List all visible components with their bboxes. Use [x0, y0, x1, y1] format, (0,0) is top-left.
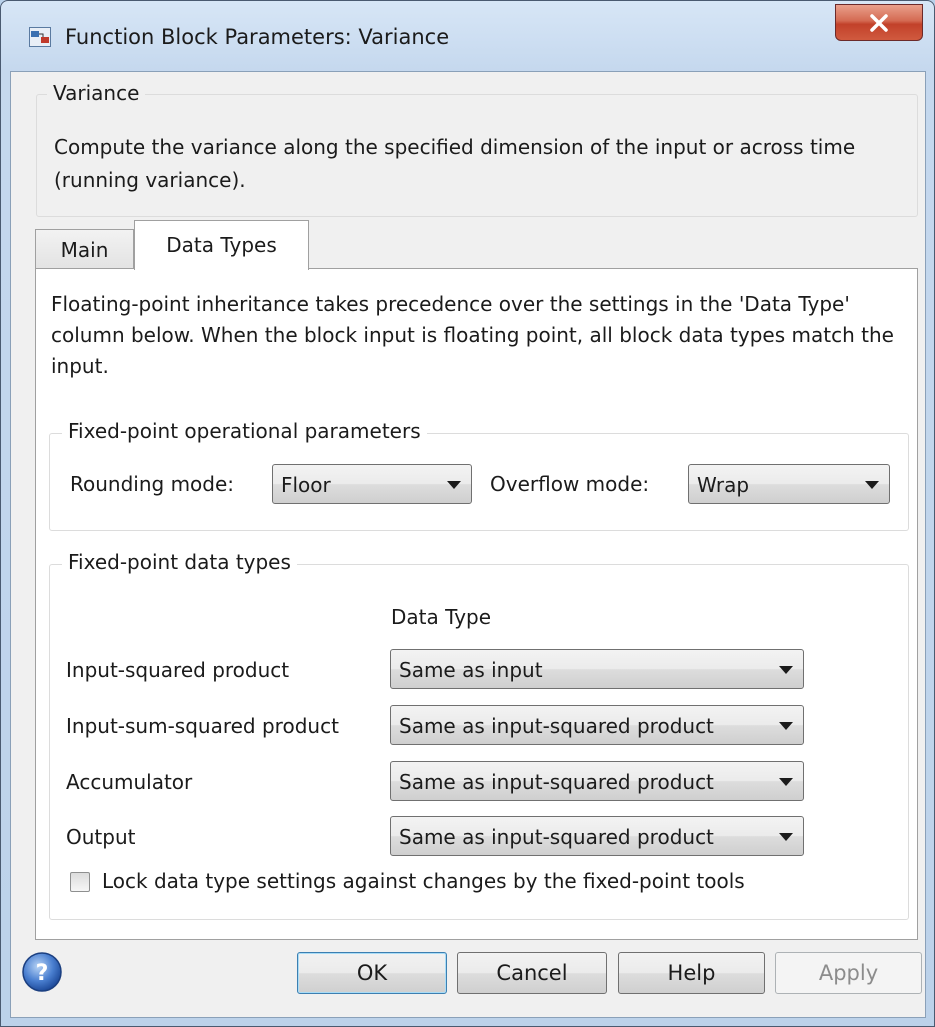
- overflow-mode-select[interactable]: Wrap: [688, 464, 890, 504]
- row-label-input-squared-product: Input-squared product: [66, 658, 290, 682]
- dialog-client-area: Variance Compute the variance along the …: [10, 71, 926, 1018]
- fixed-point-operational-parameters-title: Fixed-point operational parameters: [62, 419, 427, 443]
- fixed-point-data-types-title: Fixed-point data types: [62, 550, 297, 574]
- title-bar[interactable]: Function Block Parameters: Variance: [1, 1, 934, 71]
- chevron-down-icon: [447, 481, 461, 489]
- chevron-down-icon: [779, 722, 793, 730]
- description-text: Compute the variance along the specified…: [54, 135, 856, 192]
- svg-text:?: ?: [36, 961, 49, 986]
- row-label-output: Output: [66, 825, 136, 849]
- output-value: Same as input-squared product: [399, 825, 714, 849]
- ok-button[interactable]: OK: [297, 952, 447, 994]
- dialog-window: Function Block Parameters: Variance Vari…: [0, 0, 935, 1027]
- help-button[interactable]: Help: [618, 952, 765, 994]
- close-icon: [870, 14, 888, 32]
- chevron-down-icon: [865, 481, 879, 489]
- fixed-point-operational-parameters-group: Fixed-point operational parameters Round…: [49, 419, 909, 531]
- close-button[interactable]: [835, 4, 923, 41]
- description-group-title: Variance: [47, 81, 146, 105]
- rounding-mode-select[interactable]: Floor: [272, 464, 472, 504]
- lock-data-types-checkbox[interactable]: [70, 872, 90, 892]
- row-label-accumulator: Accumulator: [66, 770, 193, 794]
- data-types-panel: Floating-point inheritance takes precede…: [35, 268, 918, 940]
- accumulator-value: Same as input-squared product: [399, 770, 714, 794]
- simulink-block-icon: [29, 27, 51, 47]
- chevron-down-icon: [779, 666, 793, 674]
- row-label-input-sum-squared-product: Input-sum-squared product: [66, 714, 339, 738]
- chevron-down-icon: [779, 833, 793, 841]
- data-type-column-header: Data Type: [391, 605, 492, 629]
- description-group: Variance Compute the variance along the …: [36, 81, 918, 217]
- window-title: Function Block Parameters: Variance: [65, 25, 450, 49]
- rounding-mode-label: Rounding mode:: [70, 472, 235, 496]
- input-sum-squared-product-select[interactable]: Same as input-squared product: [390, 705, 804, 745]
- intro-text: Floating-point inheritance takes precede…: [51, 292, 894, 378]
- help-question-icon[interactable]: ?: [21, 951, 63, 997]
- output-select[interactable]: Same as input-squared product: [390, 816, 804, 856]
- chevron-down-icon: [779, 778, 793, 786]
- accumulator-select[interactable]: Same as input-squared product: [390, 761, 804, 801]
- cancel-button[interactable]: Cancel: [457, 952, 607, 994]
- input-squared-product-value: Same as input: [399, 658, 543, 682]
- overflow-mode-label: Overflow mode:: [490, 472, 650, 496]
- fixed-point-data-types-group: Fixed-point data types Data Type Input-s…: [49, 550, 909, 920]
- tab-data-types[interactable]: Data Types: [134, 220, 309, 270]
- input-squared-product-select[interactable]: Same as input: [390, 649, 804, 689]
- tab-main[interactable]: Main: [35, 229, 134, 269]
- rounding-mode-value: Floor: [281, 473, 331, 497]
- lock-data-types-label[interactable]: Lock data type settings against changes …: [102, 869, 745, 893]
- overflow-mode-value: Wrap: [697, 473, 750, 497]
- input-sum-squared-product-value: Same as input-squared product: [399, 714, 714, 738]
- apply-button[interactable]: Apply: [775, 952, 922, 994]
